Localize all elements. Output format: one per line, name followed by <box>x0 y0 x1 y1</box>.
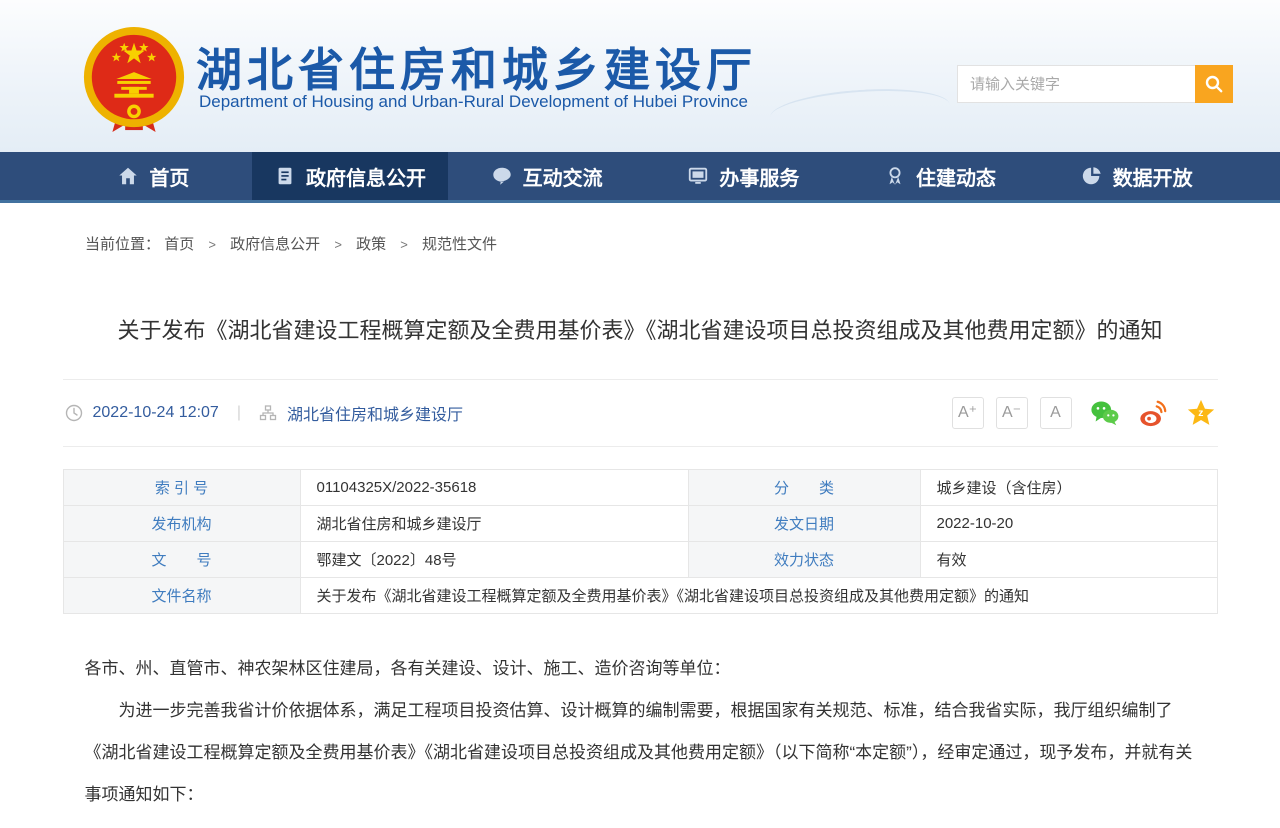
nav-item-services[interactable]: 办事服务 <box>645 152 842 200</box>
breadcrumb-separator: > <box>334 237 342 252</box>
info-label-issuing-agency: 发布机构 <box>63 506 300 542</box>
breadcrumb-separator: > <box>400 237 408 252</box>
nav-label: 数据开放 <box>1113 162 1193 191</box>
chat-icon <box>491 165 513 187</box>
info-value-issue-date: 2022-10-20 <box>920 506 1217 542</box>
search-button[interactable] <box>1195 65 1233 103</box>
site-title: 湖北省住房和城乡建设厅 <box>196 34 757 100</box>
site-header: 湖北省住房和城乡建设厅 Department of Housing and Ur… <box>0 0 1280 152</box>
breadcrumb-gov-info[interactable]: 政府信息公开 <box>230 236 320 253</box>
table-row: 文件名称 关于发布《湖北省建设工程概算定额及全费用基价表》《湖北省建设项目总投资… <box>63 578 1217 614</box>
info-label-validity: 效力状态 <box>688 542 920 578</box>
weibo-icon[interactable] <box>1138 398 1168 428</box>
search-input[interactable] <box>957 65 1195 103</box>
search-icon <box>1204 74 1224 94</box>
home-icon <box>117 165 139 187</box>
info-label-category: 分 类 <box>688 470 920 506</box>
breadcrumb-home[interactable]: 首页 <box>164 236 194 253</box>
table-row: 发布机构 湖北省住房和城乡建设厅 发文日期 2022-10-20 <box>63 506 1217 542</box>
info-label-issue-date: 发文日期 <box>688 506 920 542</box>
info-value-issuing-agency: 湖北省住房和城乡建设厅 <box>300 506 688 542</box>
breadcrumb-normative-docs[interactable]: 规范性文件 <box>422 236 497 253</box>
nav-label: 互动交流 <box>523 162 603 191</box>
breadcrumb-separator: > <box>208 237 216 252</box>
main-nav: 首页 政府信息公开 互动交流 办事服务 住建动态 <box>0 152 1280 203</box>
nav-label: 首页 <box>149 162 189 191</box>
table-row: 索 引 号 01104325X/2022-35618 分 类 城乡建设（含住房） <box>63 470 1217 506</box>
nav-item-gov-info[interactable]: 政府信息公开 <box>252 152 449 200</box>
publish-date: 2022-10-24 12:07 <box>93 404 219 422</box>
salutation-paragraph: 各市、州、直管市、神农架林区住建局，各有关建设、设计、施工、造价咨询等单位： <box>85 648 1196 690</box>
nav-item-interaction[interactable]: 互动交流 <box>448 152 645 200</box>
info-value-doc-title: 关于发布《湖北省建设工程概算定额及全费用基价表》《湖北省建设项目总投资组成及其他… <box>300 578 1217 614</box>
body-paragraph: 为进一步完善我省计价依据体系，满足工程项目投资估算、设计概算的编制需要，根据国家… <box>85 690 1196 816</box>
nav-label: 政府信息公开 <box>306 162 426 191</box>
nav-item-news[interactable]: 住建动态 <box>842 152 1039 200</box>
article-content: 关于发布《湖北省建设工程概算定额及全费用基价表》《湖北省建设项目总投资组成及其他… <box>63 314 1218 816</box>
font-increase-button[interactable]: A⁺ <box>952 397 984 429</box>
font-reset-button[interactable]: A <box>1040 397 1072 429</box>
publish-source: 湖北省住房和城乡建设厅 <box>287 401 463 425</box>
org-icon <box>259 404 277 422</box>
article-meta-left: 2022-10-24 12:07 | 湖北省住房和城乡建设厅 <box>65 401 464 425</box>
national-emblem-logo[interactable] <box>80 24 188 136</box>
svg-text:z: z <box>1198 408 1203 419</box>
info-value-category: 城乡建设（含住房） <box>920 470 1217 506</box>
search-box <box>957 65 1233 103</box>
pie-chart-icon <box>1081 165 1103 187</box>
nav-label: 住建动态 <box>916 162 996 191</box>
breadcrumb-policy[interactable]: 政策 <box>356 236 386 253</box>
info-value-index-number: 01104325X/2022-35618 <box>300 470 688 506</box>
breadcrumb-label: 当前位置： <box>85 236 160 253</box>
article-meta-right: A⁺ A⁻ A z <box>952 397 1216 429</box>
clock-icon <box>65 404 83 422</box>
article-body: 各市、州、直管市、神农架林区住建局，各有关建设、设计、施工、造价咨询等单位： 为… <box>63 614 1218 816</box>
wechat-icon[interactable] <box>1090 398 1120 428</box>
info-label-doc-title: 文件名称 <box>63 578 300 614</box>
article-meta-bar: 2022-10-24 12:07 | 湖北省住房和城乡建设厅 A⁺ A⁻ A <box>63 379 1218 447</box>
breadcrumb: 当前位置： 首页 > 政府信息公开 > 政策 > 规范性文件 <box>0 203 1280 254</box>
article-title: 关于发布《湖北省建设工程概算定额及全费用基价表》《湖北省建设项目总投资组成及其他… <box>93 314 1188 347</box>
font-decrease-button[interactable]: A⁻ <box>996 397 1028 429</box>
document-icon <box>274 165 296 187</box>
medal-icon <box>884 165 906 187</box>
info-label-index-number: 索 引 号 <box>63 470 300 506</box>
site-subtitle: Department of Housing and Urban-Rural De… <box>199 92 748 112</box>
info-label-doc-number: 文 号 <box>63 542 300 578</box>
info-value-doc-number: 鄂建文〔2022〕48号 <box>300 542 688 578</box>
nav-item-home[interactable]: 首页 <box>55 152 252 200</box>
document-info-table: 索 引 号 01104325X/2022-35618 分 类 城乡建设（含住房）… <box>63 469 1218 614</box>
nav-item-open-data[interactable]: 数据开放 <box>1038 152 1235 200</box>
info-value-validity: 有效 <box>920 542 1217 578</box>
monitor-icon <box>687 165 709 187</box>
meta-divider: | <box>237 404 241 422</box>
nav-label: 办事服务 <box>719 162 799 191</box>
table-row: 文 号 鄂建文〔2022〕48号 效力状态 有效 <box>63 542 1217 578</box>
qzone-icon[interactable]: z <box>1186 398 1216 428</box>
